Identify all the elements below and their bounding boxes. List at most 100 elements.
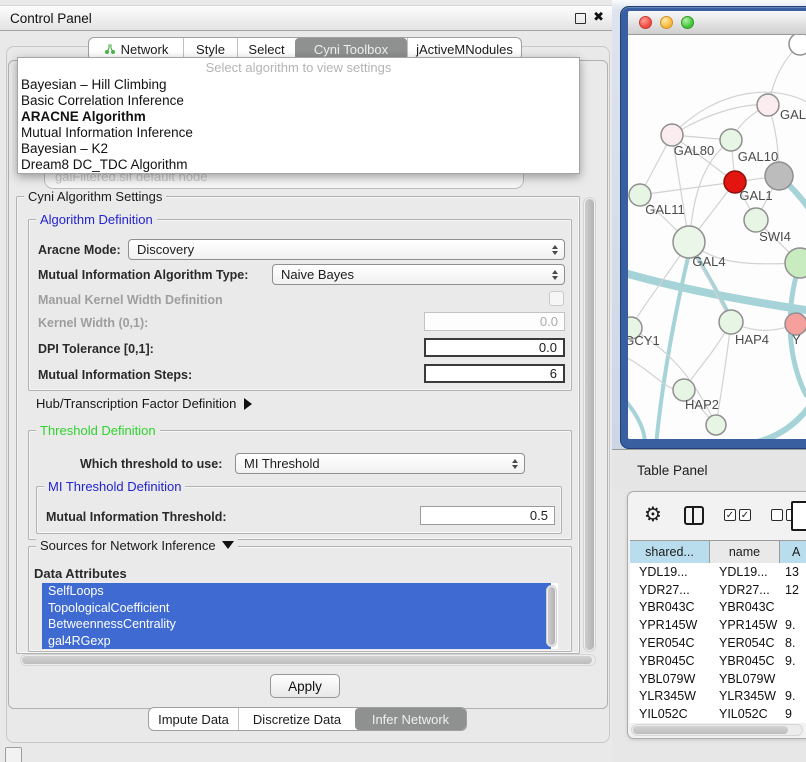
tab-infer-network[interactable]: Infer Network [355, 708, 466, 730]
table-header-row: shared... name A [630, 540, 806, 564]
table-row[interactable]: YPR145WYPR145W9. [630, 616, 806, 634]
mi-threshold-input[interactable]: 0.5 [420, 506, 555, 525]
manual-kernel-width-checkbox[interactable] [549, 291, 564, 306]
kernel-width-input[interactable]: 0.0 [424, 312, 565, 331]
table-panel-titlebar: Table Panel [612, 449, 806, 490]
list-item-selected[interactable]: BetweennessCentrality [42, 616, 551, 633]
table-cell: YDL19... [630, 565, 710, 579]
table-cell: YDL19... [710, 565, 780, 579]
settings-horizontal-scrollbar[interactable] [20, 654, 596, 666]
table-cell: 9. [780, 654, 806, 668]
table-cell: YBR045C [630, 654, 710, 668]
sources-expander[interactable]: Sources for Network Inference [36, 538, 238, 553]
table-row[interactable]: YBR045CYBR045C9. [630, 652, 806, 670]
tab-label: Discretize Data [253, 712, 341, 727]
aracne-mode-label: Aracne Mode: [38, 243, 121, 257]
float-window-icon[interactable] [575, 13, 586, 24]
columns-icon[interactable] [684, 506, 704, 525]
table-panel-title: Table Panel [637, 463, 708, 478]
network-node[interactable] [789, 35, 806, 55]
table-cell: YIL052C [710, 707, 780, 721]
tab-impute-data[interactable]: Impute Data [149, 708, 238, 730]
gear-icon[interactable]: ⚙ [644, 505, 662, 525]
algorithm-option[interactable]: Dream8 DC_TDC Algorithm [18, 157, 579, 173]
list-item-selected[interactable]: TopologicalCoefficient [42, 600, 551, 617]
table-row[interactable]: YDR27...YDR27...12 [630, 581, 806, 599]
table-row[interactable]: YER054CYER054C8. [630, 634, 806, 652]
close-window-icon[interactable] [639, 16, 652, 29]
hub-definition-expander[interactable]: Hub/Transcription Factor Definition [36, 396, 252, 411]
network-edge[interactable] [640, 182, 735, 195]
control-panel-title: Control Panel [10, 11, 92, 26]
network-node-label: HAP2 [685, 397, 719, 412]
list-scrollbar[interactable] [546, 585, 557, 647]
network-canvas[interactable]: GALGAL80GAL10GAL1GAL11SWI4GAL4GCY1HAP4YH… [628, 35, 806, 439]
network-node[interactable] [720, 129, 742, 151]
network-node-label: GAL [780, 107, 806, 122]
table-row[interactable]: YBL079WYBL079W [630, 670, 806, 688]
network-window-inner: GALGAL80GAL10GAL1GAL11SWI4GAL4GCY1HAP4YH… [628, 11, 806, 439]
network-edge[interactable] [738, 403, 806, 439]
network-node[interactable] [706, 415, 726, 435]
select-all-columns-icon[interactable]: ✓✓ [724, 509, 751, 521]
network-node-label: GAL4 [692, 254, 725, 269]
mi-steps-input[interactable]: 6 [424, 364, 565, 383]
table-row[interactable]: YBR043CYBR043C [630, 599, 806, 617]
network-node[interactable] [719, 310, 743, 334]
table-cell: YBL079W [630, 672, 710, 686]
table-row[interactable]: YIL052CYIL052C9 [630, 705, 806, 723]
panel-grip-icon[interactable] [5, 747, 22, 762]
network-node-label: GAL80 [674, 143, 714, 158]
collapse-down-icon [222, 541, 234, 549]
network-node-label: GAL11 [645, 202, 685, 217]
data-attributes-label: Data Attributes [34, 566, 127, 581]
network-node[interactable] [785, 248, 806, 278]
aracne-mode-select[interactable]: Discovery [128, 239, 565, 260]
sources-title: Sources for Network Inference [40, 538, 216, 553]
algorithm-dropdown-prompt: Select algorithm to view settings [18, 58, 579, 77]
list-item-selected[interactable]: gal4RGexp [42, 633, 551, 650]
table-row[interactable]: YDL19...YDL19...13 [630, 563, 806, 581]
manual-kernel-width-label: Manual Kernel Width Definition [38, 293, 223, 307]
export-table-icon[interactable] [791, 501, 806, 531]
apply-button[interactable]: Apply [270, 674, 340, 698]
settings-vertical-scrollbar[interactable] [583, 197, 596, 652]
mi-algorithm-type-select[interactable]: Naive Bayes [272, 264, 565, 285]
column-header[interactable]: shared... [630, 541, 710, 563]
algorithm-option[interactable]: Mutual Information Inference [18, 125, 579, 141]
mi-threshold-value: 0.5 [530, 508, 548, 523]
table-cell: YLR345W [630, 689, 710, 703]
algorithm-definition-title: Algorithm Definition [36, 212, 157, 227]
table-cell: YBR043C [630, 600, 710, 614]
column-header[interactable]: A [780, 541, 806, 563]
algorithm-option[interactable]: Bayesian – Hill Climbing [18, 77, 579, 93]
spinner-arrows-icon [552, 270, 558, 280]
table-cell: YBR043C [710, 600, 780, 614]
algorithm-option[interactable]: Basic Correlation Inference [18, 93, 579, 109]
minimize-window-icon[interactable] [660, 16, 673, 29]
algorithm-option[interactable]: Bayesian – K2 [18, 141, 579, 157]
network-node[interactable] [765, 162, 793, 190]
threshold-definition-title: Threshold Definition [36, 423, 160, 438]
table-horizontal-scrollbar[interactable] [631, 724, 803, 736]
table-cell: YBL079W [710, 672, 780, 686]
network-edge[interactable] [672, 105, 768, 135]
zoom-window-icon[interactable] [681, 16, 694, 29]
network-edge[interactable] [628, 395, 645, 439]
table-row[interactable]: YLR345WYLR345W9. [630, 688, 806, 706]
tab-discretize-data[interactable]: Discretize Data [238, 708, 355, 730]
aracne-mode-value: Discovery [137, 242, 194, 257]
algorithm-option-selected[interactable]: ARACNE Algorithm [18, 109, 579, 125]
which-threshold-select[interactable]: MI Threshold [235, 453, 525, 474]
close-icon[interactable]: ✖ [593, 9, 604, 25]
apply-button-label: Apply [288, 679, 322, 694]
mi-algorithm-type-value: Naive Bayes [281, 267, 354, 282]
network-node[interactable] [757, 94, 779, 116]
list-item-selected[interactable]: SelfLoops [42, 583, 551, 600]
mi-steps-label: Mutual Information Steps: [38, 368, 192, 382]
column-header[interactable]: name [710, 541, 780, 563]
dpi-tolerance-input[interactable]: 0.0 [424, 338, 565, 357]
table-cell: 13 [780, 565, 806, 579]
kernel-width-value: 0.0 [540, 314, 558, 329]
tab-label: jActiveMNodules [416, 42, 513, 57]
